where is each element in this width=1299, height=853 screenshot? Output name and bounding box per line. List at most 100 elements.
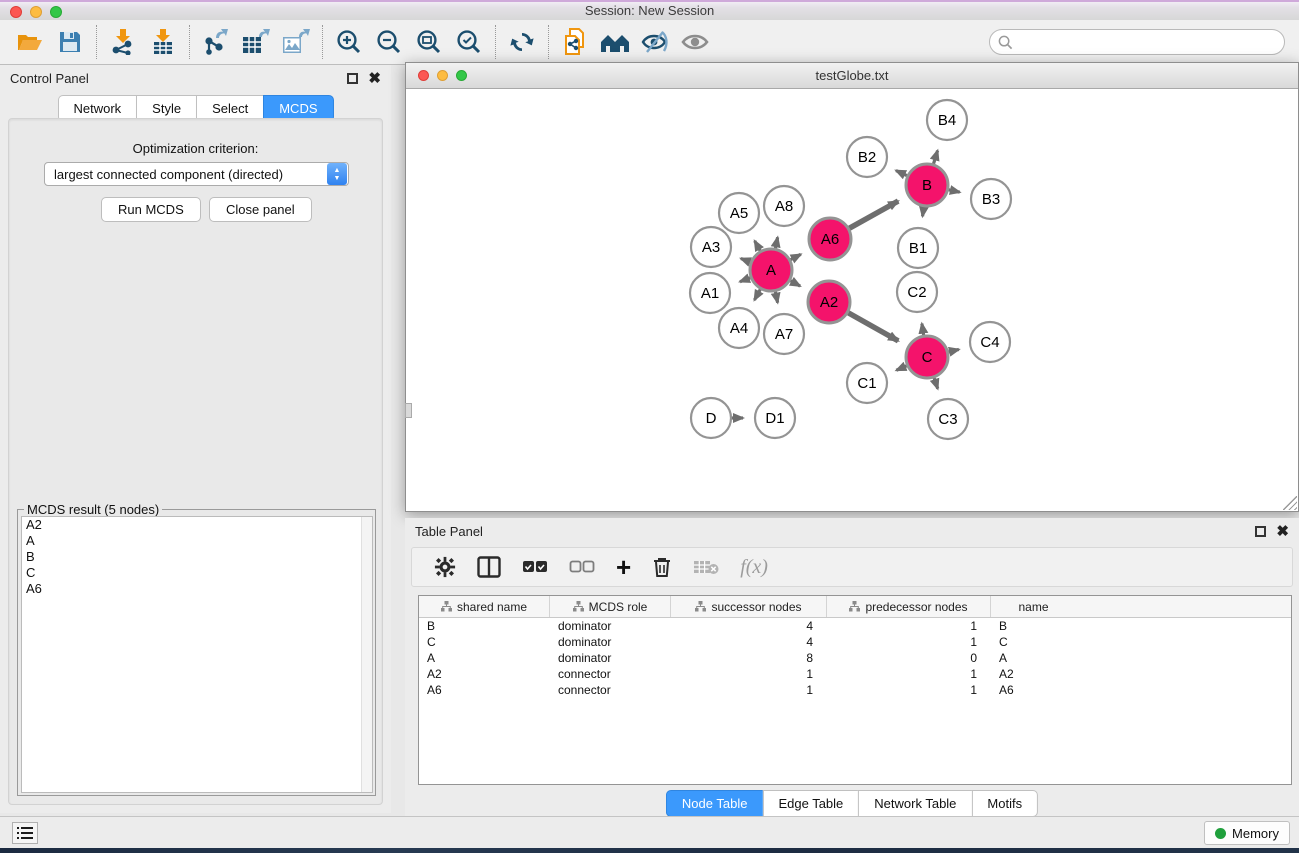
- save-session-icon[interactable]: [50, 24, 90, 60]
- cell-shared-name[interactable]: C: [419, 634, 550, 650]
- maximize-window-icon[interactable]: [50, 6, 62, 18]
- cell-shared-name[interactable]: A: [419, 650, 550, 666]
- cell-predecessor-nodes[interactable]: 0: [827, 650, 991, 666]
- zoom-out-icon[interactable]: [369, 24, 409, 60]
- table-row[interactable]: Bdominator41B: [419, 618, 1291, 634]
- mcds-result-item[interactable]: B: [22, 549, 372, 565]
- export-image-icon[interactable]: [276, 24, 316, 60]
- node-A8[interactable]: A8: [764, 186, 804, 226]
- table-row[interactable]: A6connector11A6: [419, 682, 1291, 698]
- tab-network-table[interactable]: Network Table: [858, 790, 971, 817]
- node-C3[interactable]: C3: [928, 399, 968, 439]
- optimization-criterion-dropdown[interactable]: largest connected component (directed) ▲…: [44, 162, 349, 186]
- column-header-shared-name[interactable]: shared name: [419, 596, 550, 617]
- cell-successor-nodes[interactable]: 8: [671, 650, 827, 666]
- columns-icon[interactable]: [477, 552, 501, 582]
- edge-C-C1[interactable]: [896, 366, 906, 371]
- node-B3[interactable]: B3: [971, 179, 1011, 219]
- import-table-icon[interactable]: [143, 24, 183, 60]
- export-table-icon[interactable]: [236, 24, 276, 60]
- edge-A-A5[interactable]: [755, 241, 761, 251]
- close-window-icon[interactable]: [10, 6, 22, 18]
- network-canvas[interactable]: B4B2BB3A5A8A6A3AB1A1C2A2A4A7CC4C1C3DD1: [407, 90, 1297, 511]
- graph-nodes[interactable]: B4B2BB3A5A8A6A3AB1A1C2A2A4A7CC4C1C3DD1: [690, 100, 1011, 439]
- tab-edge-table[interactable]: Edge Table: [762, 790, 858, 817]
- mcds-result-item[interactable]: A6: [22, 581, 372, 597]
- float-panel-icon[interactable]: [347, 73, 358, 84]
- node-table[interactable]: shared nameMCDS rolesuccessor nodesprede…: [418, 595, 1292, 785]
- edge-A-A4[interactable]: [754, 289, 760, 300]
- cell-MCDS-role[interactable]: dominator: [550, 618, 671, 634]
- node-A2[interactable]: A2: [808, 281, 850, 323]
- list-scrollbar[interactable]: [361, 517, 372, 792]
- window-resize-grip[interactable]: [1283, 496, 1297, 510]
- cell-name[interactable]: C: [991, 634, 1076, 650]
- cell-successor-nodes[interactable]: 1: [671, 666, 827, 682]
- edge-A-A8[interactable]: [775, 237, 777, 248]
- close-network-icon[interactable]: [418, 70, 429, 81]
- add-column-icon[interactable]: +: [616, 552, 631, 582]
- node-A1[interactable]: A1: [690, 273, 730, 313]
- mcds-result-list[interactable]: A2ABCA6: [21, 516, 373, 793]
- edge-A6-B[interactable]: [849, 201, 898, 228]
- zoom-selected-icon[interactable]: [449, 24, 489, 60]
- cell-name[interactable]: A: [991, 650, 1076, 666]
- node-A5[interactable]: A5: [719, 193, 759, 233]
- hide-selected-icon[interactable]: [635, 24, 675, 60]
- edge-B-B2[interactable]: [896, 171, 907, 176]
- edge-A2-C[interactable]: [848, 313, 898, 341]
- mcds-result-item[interactable]: A2: [22, 517, 372, 533]
- run-mcds-button[interactable]: Run MCDS: [101, 197, 201, 222]
- edge-C-C2[interactable]: [922, 324, 924, 336]
- mcds-result-item[interactable]: A: [22, 533, 372, 549]
- column-header-MCDS-role[interactable]: MCDS role: [550, 596, 671, 617]
- delete-column-icon[interactable]: [652, 552, 672, 582]
- edge-A-A2[interactable]: [790, 281, 800, 286]
- node-A4[interactable]: A4: [719, 308, 759, 348]
- node-table-header[interactable]: shared nameMCDS rolesuccessor nodesprede…: [419, 596, 1291, 618]
- edge-B-B3[interactable]: [948, 190, 959, 192]
- search-input[interactable]: [1013, 32, 1284, 52]
- cell-successor-nodes[interactable]: 4: [671, 634, 827, 650]
- edge-B-B1[interactable]: [923, 207, 924, 217]
- node-A7[interactable]: A7: [764, 314, 804, 354]
- select-all-checkboxes-icon[interactable]: [522, 552, 548, 582]
- cell-successor-nodes[interactable]: 1: [671, 682, 827, 698]
- unselect-all-checkboxes-icon[interactable]: [569, 552, 595, 582]
- node-B2[interactable]: B2: [847, 137, 887, 177]
- cell-name[interactable]: A6: [991, 682, 1076, 698]
- mcds-result-item[interactable]: C: [22, 565, 372, 581]
- cell-shared-name[interactable]: A6: [419, 682, 550, 698]
- cell-MCDS-role[interactable]: dominator: [550, 650, 671, 666]
- birdseye-handle[interactable]: [405, 403, 412, 418]
- table-row[interactable]: Adominator80A: [419, 650, 1291, 666]
- cell-name[interactable]: A2: [991, 666, 1076, 682]
- close-panel-button[interactable]: Close panel: [209, 197, 312, 222]
- search-field[interactable]: [989, 29, 1285, 55]
- column-header-name[interactable]: name: [991, 596, 1076, 617]
- cell-shared-name[interactable]: A2: [419, 666, 550, 682]
- show-all-icon[interactable]: [675, 24, 715, 60]
- node-A[interactable]: A: [750, 249, 792, 291]
- cell-shared-name[interactable]: B: [419, 618, 550, 634]
- network-from-selection-icon[interactable]: [555, 24, 595, 60]
- float-table-panel-icon[interactable]: [1255, 526, 1266, 537]
- close-panel-icon[interactable]: ✖: [368, 73, 381, 84]
- cell-MCDS-role[interactable]: connector: [550, 682, 671, 698]
- edge-A-A6[interactable]: [790, 254, 800, 259]
- cell-predecessor-nodes[interactable]: 1: [827, 682, 991, 698]
- edge-C-C3[interactable]: [934, 378, 938, 389]
- cell-predecessor-nodes[interactable]: 1: [827, 666, 991, 682]
- network-traffic-lights[interactable]: [418, 70, 467, 81]
- cell-name[interactable]: B: [991, 618, 1076, 634]
- node-A6[interactable]: A6: [809, 218, 851, 260]
- cell-predecessor-nodes[interactable]: 1: [827, 618, 991, 634]
- cell-predecessor-nodes[interactable]: 1: [827, 634, 991, 650]
- open-file-icon[interactable]: [10, 24, 50, 60]
- cell-successor-nodes[interactable]: 4: [671, 618, 827, 634]
- cell-MCDS-role[interactable]: dominator: [550, 634, 671, 650]
- zoom-in-icon[interactable]: [329, 24, 369, 60]
- traffic-lights[interactable]: [10, 6, 62, 18]
- edge-B-B4[interactable]: [933, 151, 937, 164]
- column-header-predecessor-nodes[interactable]: predecessor nodes: [827, 596, 991, 617]
